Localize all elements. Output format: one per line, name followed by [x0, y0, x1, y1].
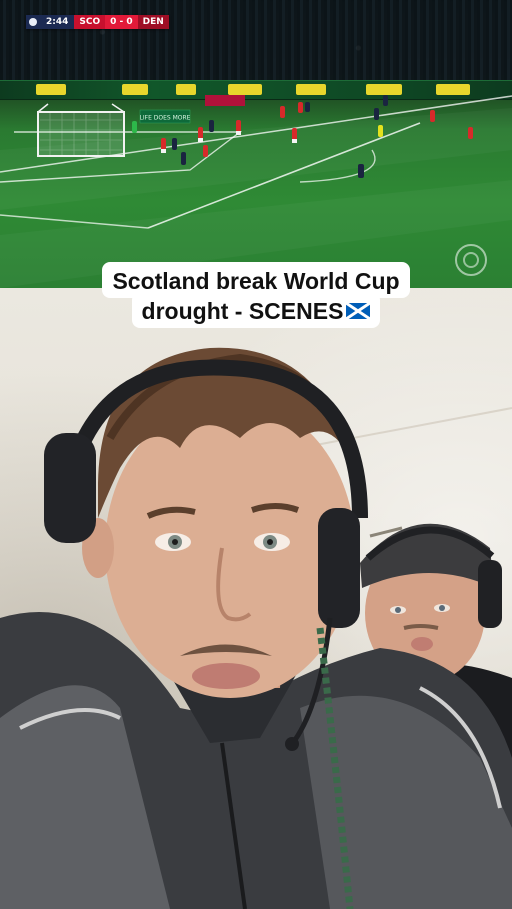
pitch-graphic: LIFE DOES MORE: [0, 95, 512, 229]
away-team-label: DEN: [137, 15, 169, 29]
caption-text-1: Scotland break World Cup: [112, 268, 400, 294]
video-caption: Scotland break World Cup drought - SCENE…: [0, 262, 512, 328]
home-team-label: SCO: [74, 15, 106, 29]
competition-logo-icon: [26, 15, 40, 29]
caption-line-2: drought - SCENES: [131, 292, 381, 328]
reaction-scene: [0, 347, 512, 909]
match-score: 0 - 0: [105, 15, 138, 29]
match-clock: 2:44: [40, 15, 75, 29]
reaction-camera-frame: [0, 288, 512, 909]
scoreboard: 2:44 SCO 0 - 0 DEN: [26, 15, 169, 29]
caption-text-2: drought - SCENES: [141, 298, 344, 324]
match-broadcast-frame: LIFE DOES MORE 2:44 SCO 0 - 0 DEN: [0, 0, 512, 288]
pitch-ad-text: LIFE DOES MORE: [140, 115, 191, 122]
headphones-icon: [478, 560, 502, 628]
scotland-flag-icon: [346, 303, 371, 319]
goal-net: [37, 103, 125, 157]
